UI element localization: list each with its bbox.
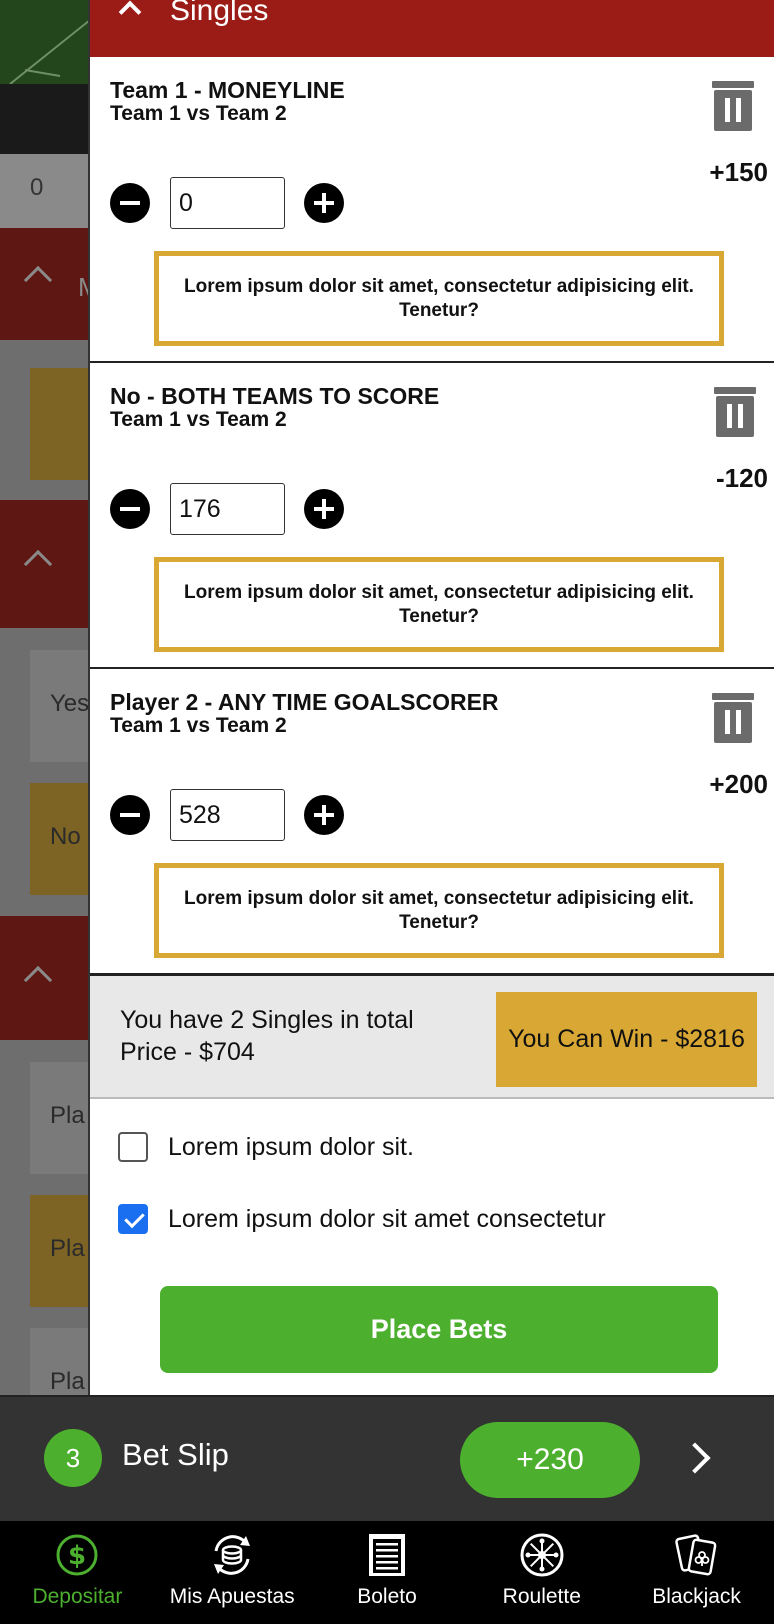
stake-input[interactable] [170,483,285,535]
background-field-image [0,0,91,85]
nav-item-blackjack[interactable]: Blackjack [619,1521,774,1624]
nav-label: Depositar [32,1585,123,1608]
decrease-stake-button[interactable] [110,489,150,529]
bet-notice: Lorem ipsum dolor sit amet, consectetur … [154,557,724,652]
background-tile: No [30,783,90,895]
background-tile [30,368,90,480]
bet-match: Team 1 vs Team 2 [110,408,287,431]
bet-slip-bar[interactable]: 3 Bet Slip +230 [0,1395,774,1521]
stake-input[interactable] [170,789,285,841]
bet-market: Team 1 - MONEYLINE [110,77,345,103]
nav-item-depositar[interactable]: $ Depositar [0,1521,155,1624]
bet-count-badge: 3 [44,1429,102,1487]
singles-total-text: You have 2 Singles in total [120,1006,414,1034]
background-tile: Yes [30,650,90,762]
trash-icon[interactable] [712,690,754,743]
nav-item-boleto[interactable]: Boleto [310,1521,465,1624]
nav-item-mis-apuestas[interactable]: Mis Apuestas [155,1521,310,1624]
option-label: Lorem ipsum dolor sit amet consectetur [168,1204,606,1233]
option-checkbox[interactable] [118,1204,148,1234]
bet-notice: Lorem ipsum dolor sit amet, consectetur … [154,863,724,958]
bet-slip-title: Bet Slip [122,1437,229,1472]
bet-odds: -120 [715,463,768,493]
background-section-header [0,916,90,1040]
increase-stake-button[interactable] [304,795,344,835]
playing-cards-icon [673,1531,721,1579]
dollar-coin-icon: $ [53,1531,101,1579]
chevron-up-icon [23,549,53,579]
chevron-up-icon [23,965,53,995]
singles-header[interactable]: Singles [90,0,774,57]
option-checkbox-row[interactable]: Lorem ipsum dolor sit amet consectetur [118,1202,606,1236]
chevron-right-icon[interactable] [679,1442,711,1474]
potential-win-button[interactable]: You Can Win - $2816 [496,992,757,1087]
background-tile: Pla [30,1062,90,1174]
background-section-body: Pla Pla Pla [0,1040,90,1395]
background-section-header [0,500,90,628]
option-checkbox-row[interactable]: Lorem ipsum dolor sit. [118,1130,414,1164]
bet-odds: +200 [709,769,768,799]
coin-stack-refresh-icon [208,1531,256,1579]
bet-notice: Lorem ipsum dolor sit amet, consectetur … [154,251,724,346]
bet-item: No - BOTH TEAMS TO SCORE Team 1 vs Team … [90,363,774,669]
bet-match: Team 1 vs Team 2 [110,714,287,737]
trash-icon[interactable] [712,78,754,131]
increase-stake-button[interactable] [304,183,344,223]
combined-odds-button[interactable]: +230 [460,1422,640,1498]
svg-text:$: $ [68,1541,86,1571]
background-tile: Pla [30,1328,90,1395]
bet-match: Team 1 vs Team 2 [110,102,287,125]
background-tile-label: No [50,823,81,850]
background-tile-label: Pla [50,1102,85,1129]
stake-input[interactable] [170,177,285,229]
decrease-stake-button[interactable] [110,795,150,835]
background-tile: Pla [30,1195,90,1307]
bet-item: Team 1 - MONEYLINE Team 1 vs Team 2 +150… [90,57,774,363]
place-bets-button[interactable]: Place Bets [160,1286,718,1373]
background-score-value: 0 [30,174,44,201]
option-label: Lorem ipsum dolor sit. [168,1132,414,1161]
bet-odds: +150 [709,157,768,187]
nav-item-roulette[interactable]: Roulette [464,1521,619,1624]
chevron-up-icon[interactable] [118,0,142,24]
decrease-stake-button[interactable] [110,183,150,223]
ticket-document-icon [363,1531,411,1579]
bet-market: Player 2 - ANY TIME GOALSCORER [110,689,499,715]
option-checkbox[interactable] [118,1132,148,1162]
nav-label: Boleto [357,1585,417,1608]
background-section-header: M [0,228,100,340]
background-tile-label: Pla [50,1368,85,1395]
background-divider [0,84,90,154]
singles-header-title: Singles [170,0,269,27]
bet-item: Player 2 - ANY TIME GOALSCORER Team 1 vs… [90,669,774,975]
background-score-box: 0 [0,154,90,228]
bet-slip-panel: Singles Team 1 - MONEYLINE Team 1 vs Tea… [88,0,774,1395]
trash-icon[interactable] [714,384,756,437]
bet-summary: You have 2 Singles in total Price - $704… [90,974,774,1099]
roulette-wheel-icon [518,1531,566,1579]
chevron-up-icon [23,265,53,295]
background-section-body: Yes No [0,628,90,916]
background-tile-label: Yes [50,690,90,717]
background-section-body [0,340,90,500]
bet-market: No - BOTH TEAMS TO SCORE [110,383,440,409]
nav-label: Roulette [502,1585,581,1608]
background-tile-label: Pla [50,1235,85,1262]
nav-label: Mis Apuestas [169,1585,295,1608]
nav-label: Blackjack [652,1585,741,1608]
increase-stake-button[interactable] [304,489,344,529]
price-total-text: Price - $704 [120,1038,255,1066]
bottom-nav: $ Depositar Mis Apuestas Boleto Roulette… [0,1521,774,1624]
